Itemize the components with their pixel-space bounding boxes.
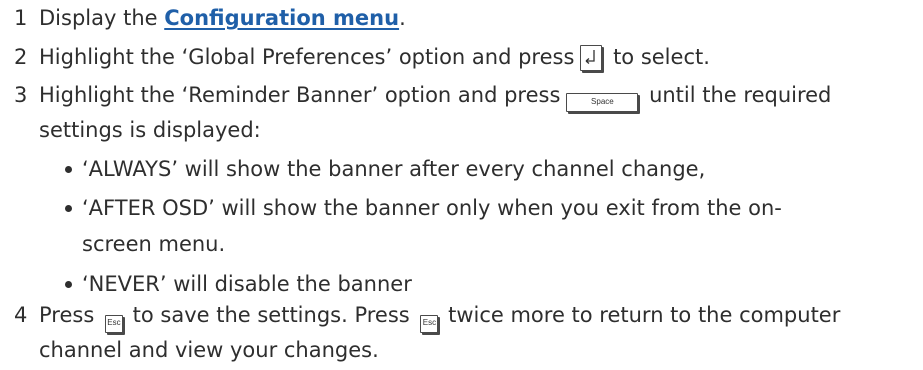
enter-key-icon [580,45,603,71]
step-text-after: until the required [642,83,832,107]
step-text-part: twice more to return to the computer [441,303,841,327]
step-text: Display the Configuration menu. [39,0,406,36]
step-text-part: to save the settings. Press [125,303,417,327]
bullet-text: ‘AFTER OSD’ will show the banner only wh… [82,196,782,220]
bullet-text-continued: screen menu. [82,232,226,256]
bullet-dot [65,205,72,212]
step-number: 3 [14,83,28,107]
bullet-text: ‘ALWAYS’ will show the banner after ever… [82,157,706,181]
step-3: 3 Highlight the ‘Reminder Banner’ option… [0,77,831,302]
bullet-text: ‘NEVER’ will disable the banner [82,272,412,296]
esc-key-icon: Esc [104,315,123,333]
bullet-dot [65,281,72,288]
esc-key-icon: Esc [420,315,439,333]
banner-options-list: ‘ALWAYS’ will show the banner after ever… [39,151,831,302]
step-text-line-1: Press Esc to save the settings. Press Es… [39,297,840,333]
step-text-after: to select. [606,45,710,69]
step-text-before: Highlight the ‘Reminder Banner’ option a… [39,83,561,107]
step-1: 1 Display the Configuration menu. [0,0,406,36]
step-text-line-2: settings is displayed: [39,118,261,142]
step-number: 1 [14,6,28,30]
step-text-after: . [399,6,406,30]
step-number: 4 [14,303,28,327]
step-text-part: Press [39,303,101,327]
step-text-line-1: Highlight the ‘Reminder Banner’ option a… [39,77,831,113]
configuration-menu-link[interactable]: Configuration menu [164,6,399,30]
step-number: 2 [14,45,28,69]
step-text: Highlight the ‘Global Preferences’ optio… [39,39,710,75]
step-text-before: Highlight the ‘Global Preferences’ optio… [39,45,575,69]
instruction-document: 1 Display the Configuration menu. 2 High… [0,0,923,370]
step-2: 2 Highlight the ‘Global Preferences’ opt… [0,39,710,75]
space-key-icon: Space [566,93,639,112]
step-4: 4 Press Esc to save the settings. Press … [0,297,840,368]
step-text-line-2: channel and view your changes. [39,338,379,362]
bullet-item: ‘ALWAYS’ will show the banner after ever… [39,151,831,187]
bullet-item: ‘AFTER OSD’ will show the banner only wh… [39,190,831,262]
bullet-dot [65,166,72,173]
step-text-before: Display the [39,6,165,30]
